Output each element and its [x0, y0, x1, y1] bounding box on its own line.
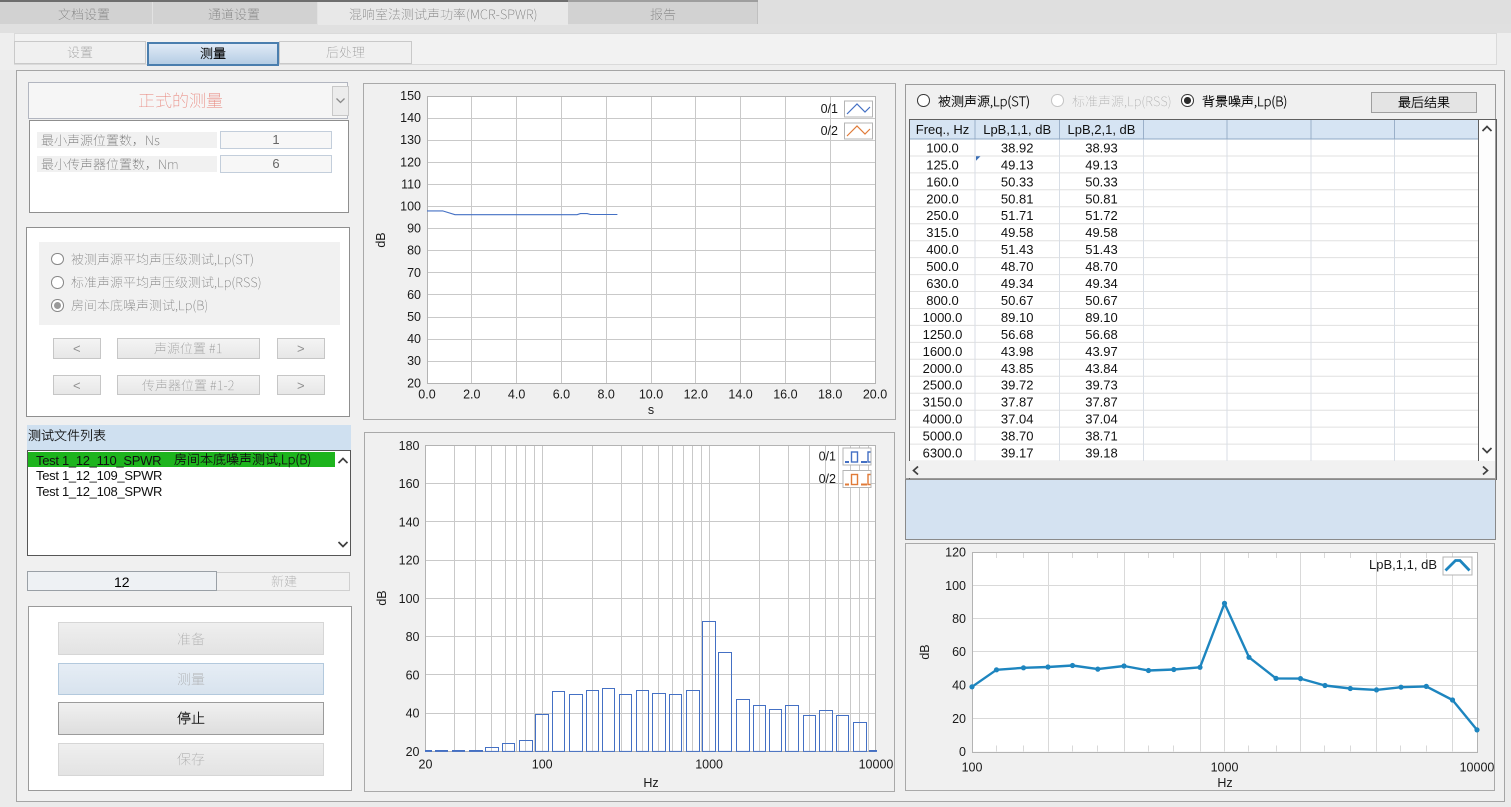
- svg-text:80: 80: [407, 244, 421, 258]
- svg-text:0.0: 0.0: [418, 387, 435, 401]
- svg-text:50: 50: [407, 310, 421, 324]
- svg-text:100: 100: [532, 757, 553, 771]
- svg-text:1000: 1000: [1211, 761, 1239, 775]
- svg-text:40: 40: [952, 679, 966, 693]
- svg-text:2.0: 2.0: [463, 387, 480, 401]
- svg-text:18.0: 18.0: [818, 387, 842, 401]
- svg-text:Hz: Hz: [643, 776, 658, 790]
- svg-text:110: 110: [401, 177, 421, 191]
- svg-text:dB: dB: [918, 644, 932, 659]
- svg-text:20.0: 20.0: [863, 387, 887, 401]
- svg-text:20: 20: [419, 757, 433, 771]
- svg-text:140: 140: [400, 111, 421, 125]
- svg-text:0/2: 0/2: [819, 472, 836, 486]
- svg-text:100: 100: [945, 579, 966, 593]
- svg-text:Hz: Hz: [1217, 776, 1232, 790]
- svg-text:130: 130: [400, 133, 421, 147]
- svg-text:60: 60: [407, 288, 421, 302]
- svg-text:14.0: 14.0: [728, 387, 752, 401]
- svg-text:dB: dB: [375, 590, 389, 605]
- svg-text:dB: dB: [374, 232, 388, 247]
- svg-text:140: 140: [399, 515, 420, 529]
- svg-text:s: s: [648, 403, 654, 417]
- svg-text:80: 80: [406, 630, 420, 644]
- svg-text:40: 40: [407, 332, 421, 346]
- svg-text:150: 150: [400, 89, 421, 103]
- svg-text:100: 100: [399, 592, 420, 606]
- svg-text:10000: 10000: [859, 757, 894, 771]
- svg-text:120: 120: [400, 155, 421, 169]
- svg-text:0: 0: [959, 745, 966, 759]
- svg-text:0/1: 0/1: [819, 450, 836, 464]
- svg-text:180: 180: [399, 439, 420, 453]
- svg-text:70: 70: [407, 266, 421, 280]
- svg-text:6.0: 6.0: [553, 387, 570, 401]
- svg-text:4.0: 4.0: [508, 387, 525, 401]
- svg-text:90: 90: [407, 222, 421, 236]
- svg-text:120: 120: [945, 546, 966, 560]
- svg-text:100: 100: [400, 200, 421, 214]
- svg-text:10.0: 10.0: [639, 387, 663, 401]
- svg-text:160: 160: [399, 477, 420, 491]
- svg-text:LpB,1,1, dB: LpB,1,1, dB: [1369, 557, 1437, 572]
- svg-text:60: 60: [952, 645, 966, 659]
- svg-text:0/2: 0/2: [821, 124, 838, 138]
- svg-text:0/1: 0/1: [821, 102, 838, 116]
- svg-text:16.0: 16.0: [773, 387, 797, 401]
- svg-text:20: 20: [952, 712, 966, 726]
- svg-text:20: 20: [406, 745, 420, 759]
- svg-text:40: 40: [406, 707, 420, 721]
- svg-text:80: 80: [952, 612, 966, 626]
- svg-text:8.0: 8.0: [598, 387, 615, 401]
- svg-text:100: 100: [962, 761, 983, 775]
- svg-text:30: 30: [407, 354, 421, 368]
- svg-text:12.0: 12.0: [684, 387, 708, 401]
- svg-text:10000: 10000: [1460, 761, 1495, 775]
- svg-text:60: 60: [406, 668, 420, 682]
- svg-text:120: 120: [399, 554, 420, 568]
- svg-text:1000: 1000: [695, 757, 723, 771]
